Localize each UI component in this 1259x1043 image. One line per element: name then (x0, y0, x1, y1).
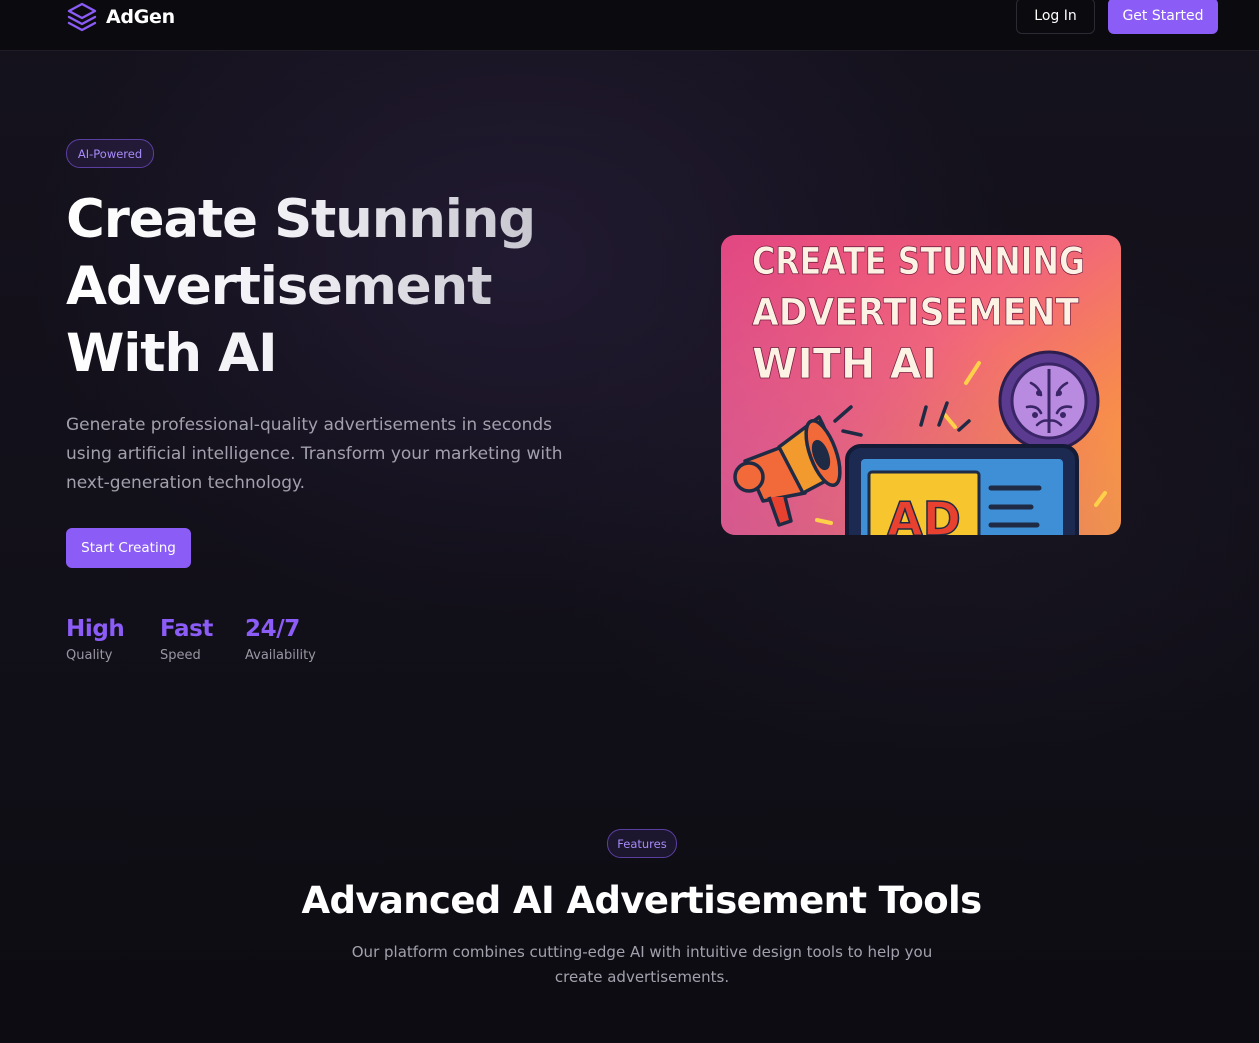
ad-illustration: CREATE STUNNING ADVERTISEMENT WITH AI AD (721, 235, 1121, 535)
get-started-button[interactable]: Get Started (1108, 0, 1218, 34)
stat-quality: High Quality (66, 614, 125, 664)
stat-label: Speed (160, 648, 201, 663)
layers-icon (67, 2, 97, 32)
hero-title-line: Create Stunning (66, 189, 536, 250)
stat-label: Availability (245, 648, 316, 663)
brand-logo[interactable]: AdGen (66, 0, 175, 34)
monitor-icon: AD (845, 444, 1079, 535)
stat-label: Quality (66, 648, 113, 663)
features-title: Advanced AI Advertisement Tools (301, 879, 982, 922)
hero-illustration: CREATE STUNNING ADVERTISEMENT WITH AI AD (721, 235, 1121, 535)
ad-headline-line: WITH AI (752, 339, 937, 388)
stat-value: High (66, 616, 125, 642)
stat-value: 24/7 (245, 616, 300, 642)
stat-value: Fast (160, 616, 213, 642)
brain-icon (998, 350, 1100, 452)
ad-headline-line: CREATE STUNNING (752, 240, 1085, 283)
hero-title-line: Advertisement (66, 256, 492, 317)
hero-title: Create Stunning Advertisement With AI (66, 186, 626, 387)
stat-availability: 24/7 Availability (245, 614, 316, 664)
features-description: Our platform combines cutting-edge AI wi… (351, 943, 933, 986)
start-creating-button[interactable]: Start Creating (66, 528, 191, 568)
features-badge: Features (607, 829, 677, 858)
top-nav: AdGen Log In Get Started (0, 0, 1259, 51)
ad-screen-label: AD (887, 492, 961, 535)
login-button[interactable]: Log In (1016, 0, 1095, 34)
page: AdGen Log In Get Started AI-Powered Crea… (0, 0, 1259, 1043)
hero-title-line: With AI (66, 323, 277, 384)
hero-description: Generate professional-quality advertisem… (66, 415, 563, 493)
ai-powered-badge: AI-Powered (66, 139, 154, 168)
ad-headline-line: ADVERTISEMENT (752, 291, 1080, 334)
brand-name: AdGen (106, 6, 175, 28)
stat-speed: Fast Speed (160, 614, 213, 664)
